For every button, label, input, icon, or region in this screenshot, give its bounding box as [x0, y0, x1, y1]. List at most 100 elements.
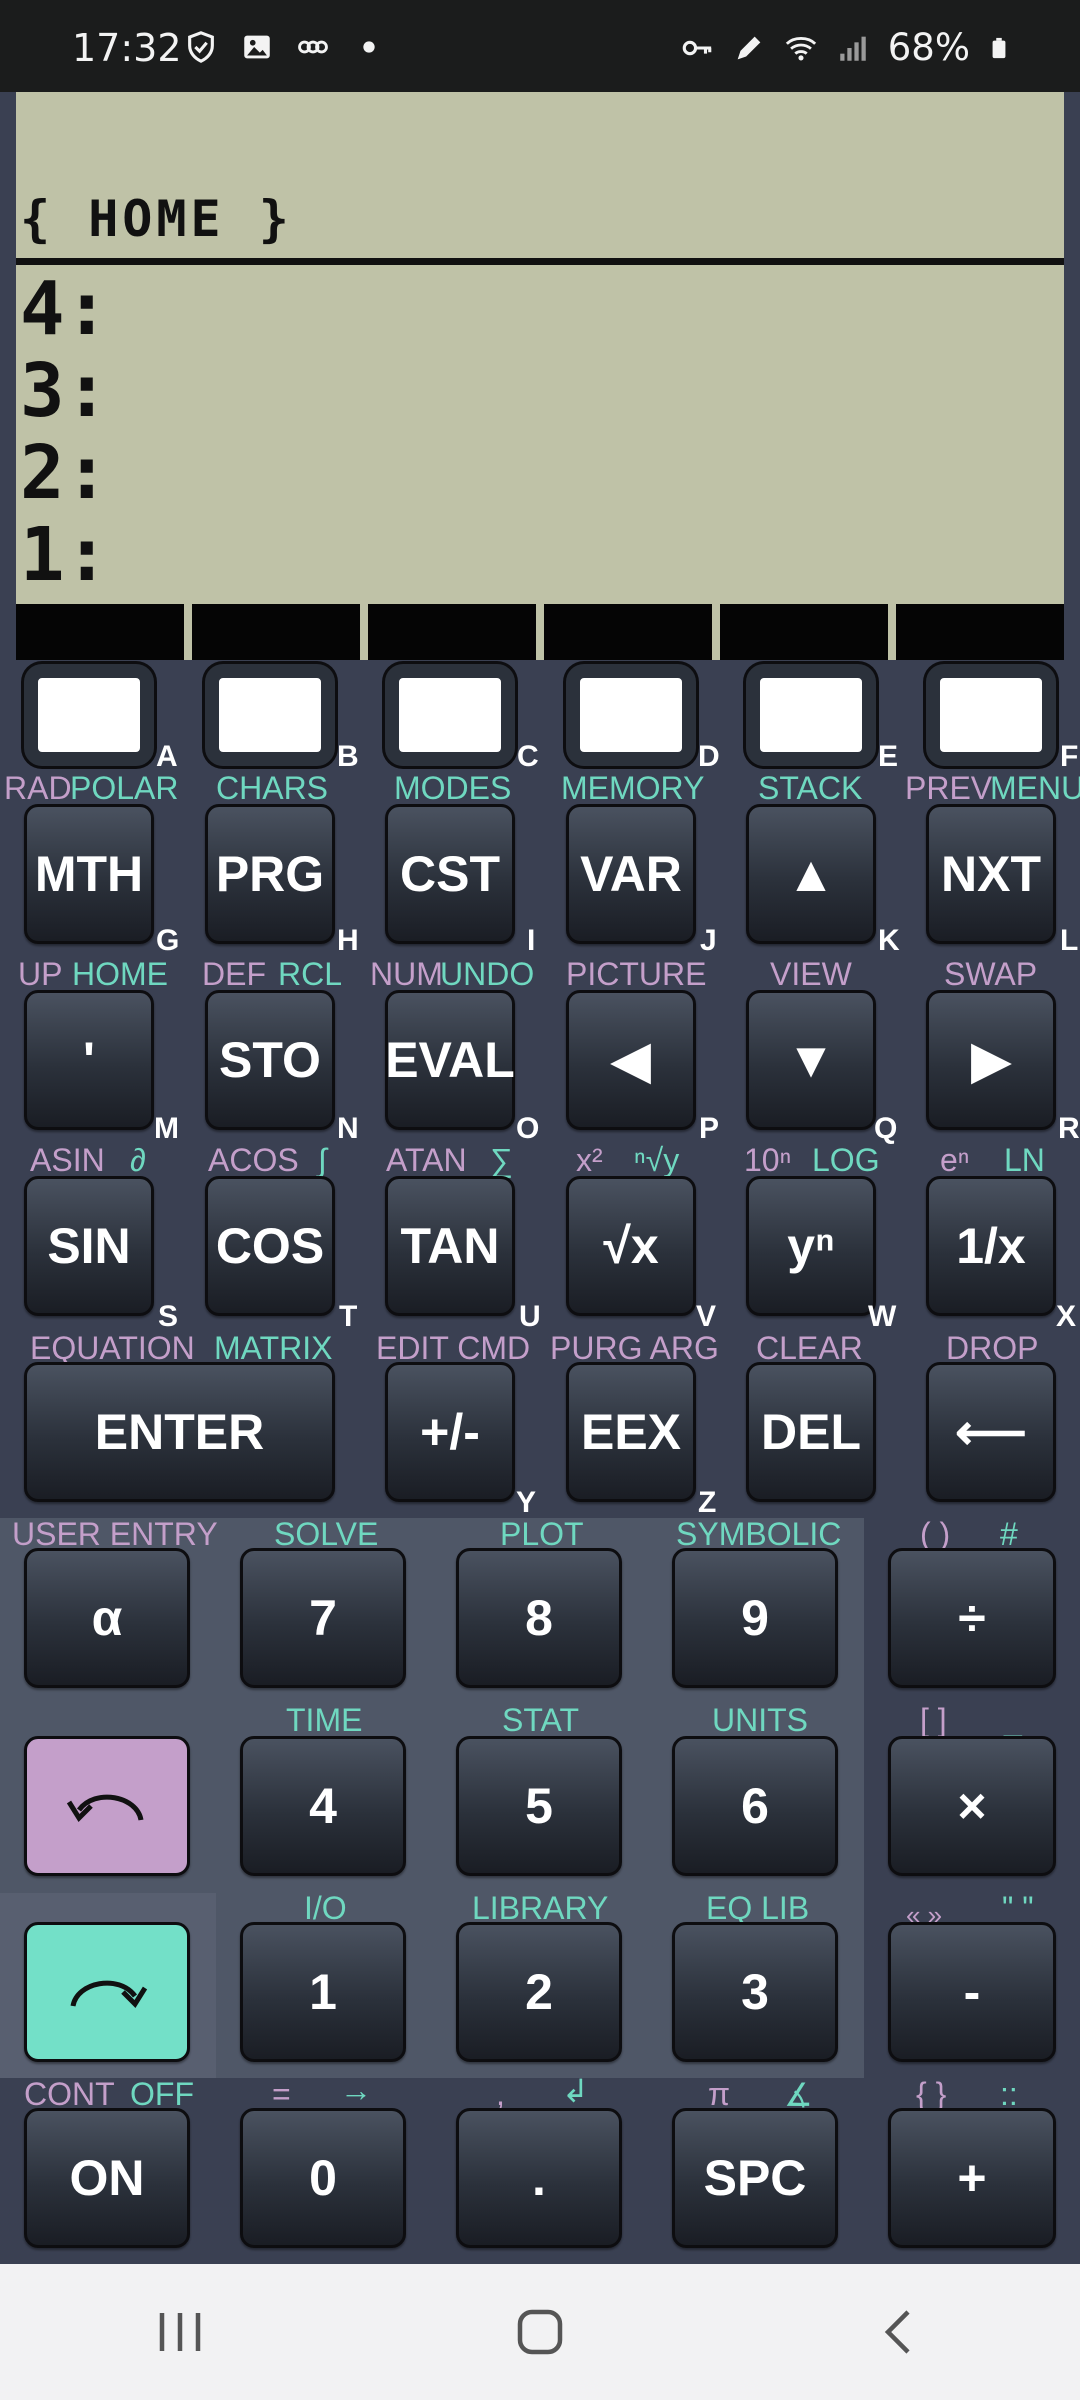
inverse-key[interactable]: 1/x — [926, 1176, 1056, 1316]
letter-z: Z — [698, 1486, 717, 1519]
label-prev: PREV — [905, 770, 993, 806]
signal-icon — [840, 36, 866, 61]
soft-key-d[interactable] — [566, 664, 696, 766]
space-key[interactable]: SPC — [672, 2108, 838, 2248]
label-acos: ACOS — [208, 1142, 299, 1178]
left-arrow-key[interactable]: ◀ — [566, 990, 696, 1130]
quote-key[interactable]: ' — [24, 990, 154, 1130]
sin-key[interactable]: SIN — [24, 1176, 154, 1316]
letter-f: F — [1060, 740, 1079, 773]
eval-key[interactable]: EVAL — [385, 990, 515, 1130]
multiply-key[interactable]: × — [888, 1736, 1056, 1876]
on-key[interactable]: ON — [24, 2108, 190, 2248]
nxt-key[interactable]: NXT — [926, 804, 1056, 944]
prg-key[interactable]: PRG — [205, 804, 335, 944]
enter-key[interactable]: ENTER — [24, 1362, 335, 1502]
label-polar: POLAR — [70, 770, 179, 806]
tan-key[interactable]: TAN — [385, 1176, 515, 1316]
decimal-key[interactable]: . — [456, 2108, 622, 2248]
alpha-key[interactable]: α — [24, 1548, 190, 1688]
left-shift-key[interactable] — [24, 1736, 190, 1876]
letter-n: N — [337, 1112, 359, 1145]
plus-key[interactable]: + — [888, 2108, 1056, 2248]
digit-3-key[interactable]: 3 — [672, 1922, 838, 2062]
letter-s: S — [158, 1300, 179, 1333]
digit-1-key[interactable]: 1 — [240, 1922, 406, 2062]
digit-6-key[interactable]: 6 — [672, 1736, 838, 1876]
soft-menu-labels — [16, 604, 1064, 660]
label-nth-root: ⁿ√y — [634, 1142, 680, 1178]
status-time: 17:32 — [72, 26, 182, 70]
voicemail-icon — [298, 40, 328, 54]
cos-key[interactable]: COS — [205, 1176, 335, 1316]
del-key[interactable]: DEL — [746, 1362, 876, 1502]
soft-key-a[interactable] — [24, 664, 154, 766]
label-asin: ASIN — [30, 1142, 105, 1178]
letter-e: E — [878, 740, 899, 773]
dot-icon — [363, 41, 375, 53]
right-arrow-key[interactable]: ▶ — [926, 990, 1056, 1130]
digit-8-key[interactable]: 8 — [456, 1548, 622, 1688]
label-arrow: → — [340, 2072, 372, 2108]
label-up: UP — [18, 956, 63, 992]
letter-r: R — [1058, 1112, 1080, 1145]
label-home: HOME — [72, 956, 168, 992]
label-memory: MEMORY — [561, 770, 705, 806]
shield-icon — [188, 31, 214, 63]
label-underscore: _ — [1004, 1702, 1022, 1738]
undo-arrow-icon — [66, 1794, 144, 1822]
status-left-icons — [184, 30, 386, 64]
letter-q: Q — [874, 1112, 898, 1145]
label-num: NUM — [370, 956, 443, 992]
letter-u: U — [519, 1300, 541, 1333]
divide-key[interactable]: ÷ — [888, 1548, 1056, 1688]
letter-w: W — [868, 1300, 897, 1333]
power-key[interactable]: yⁿ — [746, 1176, 876, 1316]
label-modes: MODES — [394, 770, 512, 806]
digit-9-key[interactable]: 9 — [672, 1548, 838, 1688]
label-x-squared: x² — [576, 1142, 603, 1178]
minus-key[interactable]: - — [888, 1922, 1056, 2062]
letter-l: L — [1060, 924, 1079, 957]
lcd-stack: 4: 3: 2: 1: — [20, 268, 109, 596]
back-button[interactable] — [840, 2292, 960, 2372]
home-icon — [517, 2309, 563, 2355]
navigation-bar — [0, 2264, 1080, 2400]
soft-key-f[interactable] — [926, 664, 1056, 766]
battery-percent: 68% — [887, 26, 970, 69]
recent-apps-button[interactable] — [120, 2292, 240, 2372]
label-rad: RAD — [4, 770, 72, 806]
letter-k: K — [878, 924, 900, 957]
change-sign-key[interactable]: +/- — [385, 1362, 515, 1502]
eex-key[interactable]: EEX — [566, 1362, 696, 1502]
vpn-key-icon — [682, 40, 712, 55]
stack-level-1: 1: — [20, 512, 110, 598]
digit-5-key[interactable]: 5 — [456, 1736, 622, 1876]
mth-key[interactable]: MTH — [24, 804, 154, 944]
soft-menu-label-6 — [896, 604, 1064, 660]
soft-key-b[interactable] — [205, 664, 335, 766]
label-view: VIEW — [770, 956, 852, 992]
soft-key-e[interactable] — [746, 664, 876, 766]
sqrt-key[interactable]: √x — [566, 1176, 696, 1316]
var-key[interactable]: VAR — [566, 804, 696, 944]
redo-arrow-icon — [70, 1980, 148, 2008]
soft-key-c[interactable] — [385, 664, 515, 766]
stack-level-4: 4: — [20, 266, 110, 352]
home-button[interactable] — [480, 2292, 600, 2372]
digit-0-key[interactable]: 0 — [240, 2108, 406, 2248]
cst-key[interactable]: CST — [385, 804, 515, 944]
digit-7-key[interactable]: 7 — [240, 1548, 406, 1688]
label-rcl: RCL — [278, 956, 343, 992]
lcd-display: { HOME } 4: 3: 2: 1: — [16, 92, 1064, 660]
digit-4-key[interactable]: 4 — [240, 1736, 406, 1876]
sto-key[interactable]: STO — [205, 990, 335, 1130]
backspace-key[interactable]: ⟵ — [926, 1362, 1056, 1502]
right-shift-key[interactable] — [24, 1922, 190, 2062]
up-arrow-key[interactable]: ▲ — [746, 804, 876, 944]
letter-m: M — [154, 1112, 179, 1145]
down-arrow-key[interactable]: ▼ — [746, 990, 876, 1130]
label-menu: MENU — [990, 770, 1080, 806]
digit-2-key[interactable]: 2 — [456, 1922, 622, 2062]
label-time: TIME — [286, 1702, 363, 1738]
